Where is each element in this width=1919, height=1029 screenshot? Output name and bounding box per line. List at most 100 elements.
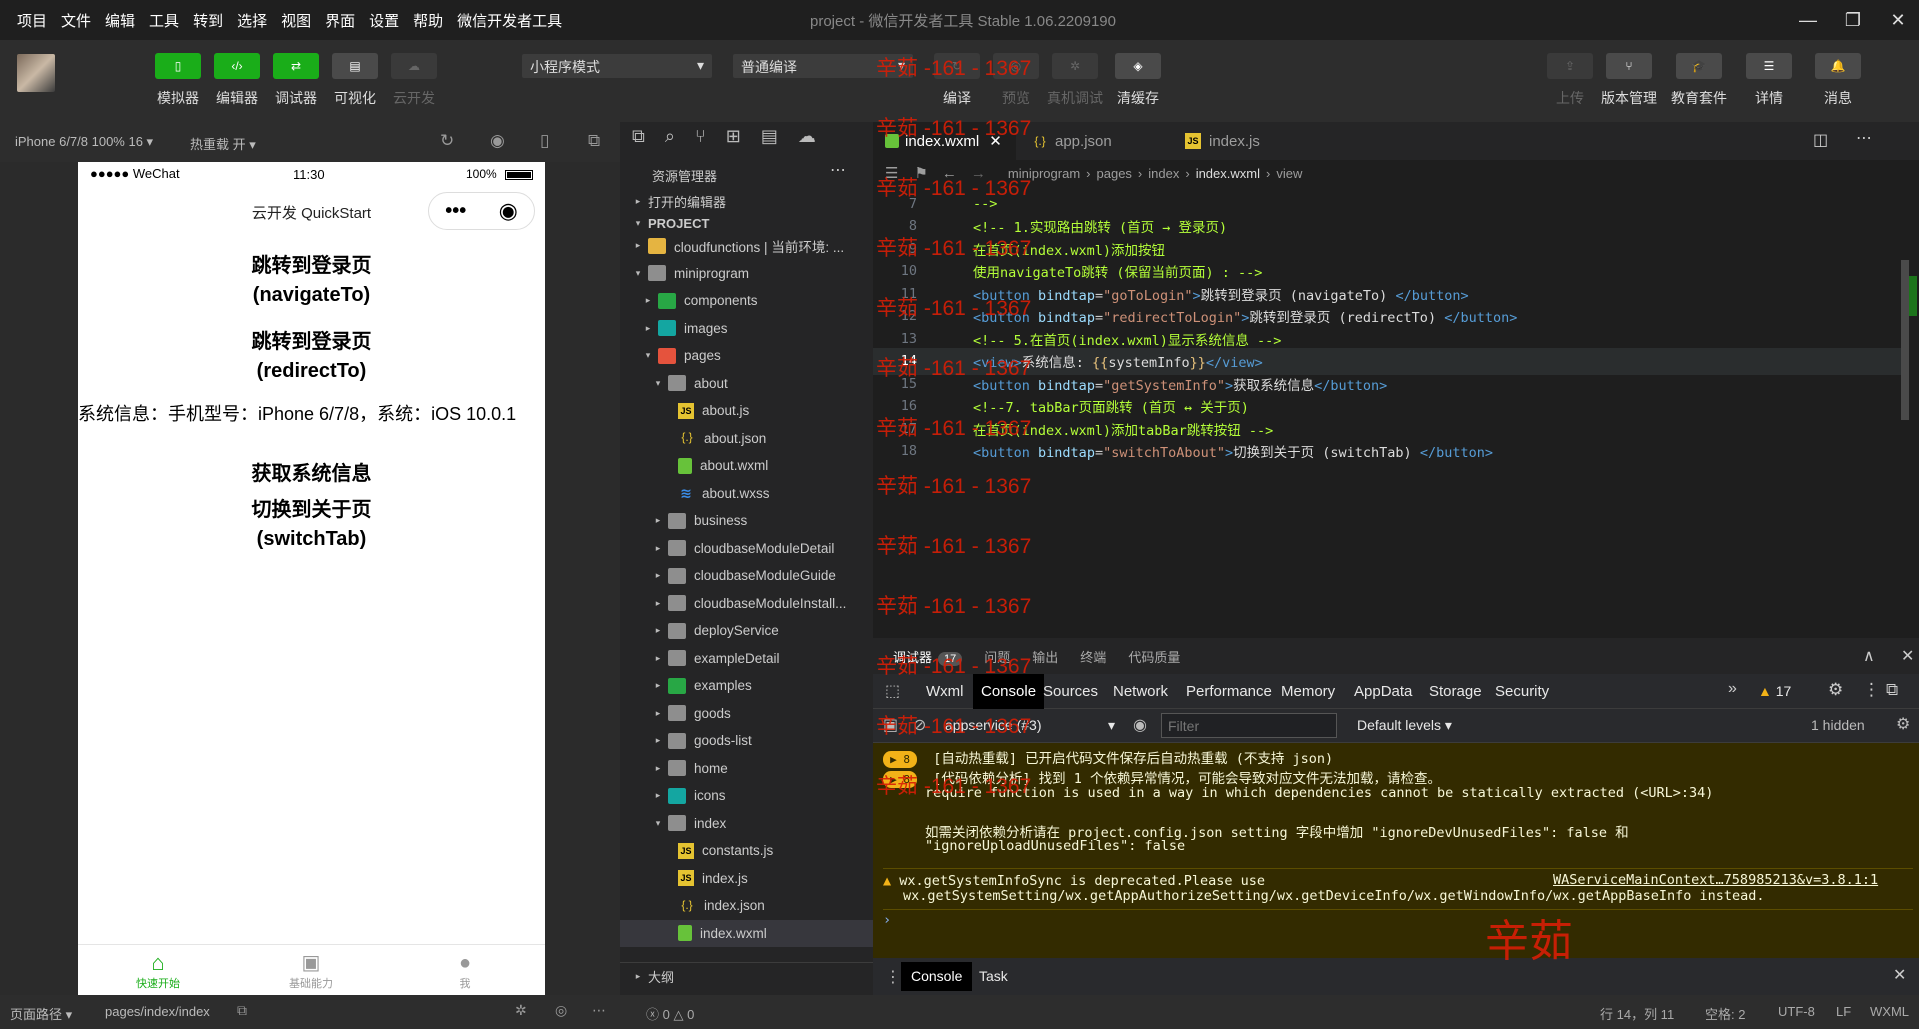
tree-item[interactable]: index.wxml <box>620 919 873 947</box>
menu-item[interactable]: 设置 <box>362 10 406 31</box>
tree-item[interactable]: JS about.js <box>620 397 873 424</box>
tree-item[interactable]: ▸ cloudbaseModuleDetail <box>620 535 873 562</box>
tree-item[interactable]: ▸ components <box>620 287 873 314</box>
drawer-tab-console[interactable]: Console <box>901 962 973 991</box>
kebab-icon[interactable]: ⋮ <box>1863 680 1880 700</box>
tab-index-js[interactable]: JS index.js <box>1173 122 1323 160</box>
phone-button[interactable]: ▯ <box>155 53 201 79</box>
warning-counter[interactable]: ▲ 17 <box>1758 683 1791 699</box>
files-icon[interactable]: ⧉ <box>632 126 645 147</box>
menu-item[interactable]: 工具 <box>142 10 186 31</box>
tree-item[interactable]: ▸ icons <box>620 782 873 809</box>
editor-more-icon[interactable]: ⋯ <box>1856 128 1872 148</box>
version-button[interactable]: ⑂ <box>1606 53 1652 79</box>
more-icon[interactable]: ••• <box>445 200 466 223</box>
cloud-button[interactable]: ☁ <box>391 53 437 79</box>
outline-section[interactable]: ▸ 大纲 <box>620 962 873 989</box>
tab-basic[interactable]: ▣ 基础能力 <box>281 951 341 991</box>
tree-item[interactable]: JS constants.js <box>620 837 873 864</box>
device-icon[interactable]: ▯ <box>540 131 549 151</box>
search-icon[interactable]: ⌕ <box>665 126 675 147</box>
console-settings-icon[interactable]: ⚙ <box>1896 714 1910 734</box>
menu-item[interactable]: 视图 <box>274 10 318 31</box>
copy-icon[interactable]: ⧉ <box>237 1002 247 1019</box>
devtools-tab[interactable]: Security <box>1487 674 1557 709</box>
more-icon[interactable]: ⋯ <box>592 1002 606 1019</box>
close-icon[interactable]: ✕ <box>1880 6 1916 34</box>
menu-item[interactable]: 项目 <box>10 10 54 31</box>
switch-tab-button[interactable]: 切换到关于页 (switchTab) <box>78 496 545 554</box>
indentation[interactable]: 空格: 2 <box>1705 1004 1745 1023</box>
navigate-to-button[interactable]: 跳转到登录页 (navigateTo) <box>78 252 545 310</box>
cursor-position[interactable]: 行 14，列 11 <box>1600 1004 1674 1023</box>
collapse-icon[interactable]: ∧ <box>1863 646 1875 666</box>
tree-item[interactable]: ≋ about.wxss <box>620 480 873 507</box>
menu-item[interactable]: 微信开发者工具 <box>450 10 569 31</box>
devtools-tab[interactable]: Performance <box>1178 674 1280 709</box>
menu-item[interactable]: 文件 <box>54 10 98 31</box>
devtools-tab[interactable]: AppData <box>1346 674 1420 709</box>
bell-button[interactable]: 🔔 <box>1815 53 1861 79</box>
maximize-icon[interactable]: ❐ <box>1835 6 1871 34</box>
breadcrumb-item[interactable]: index.wxml <box>1196 166 1260 181</box>
tree-item[interactable]: ▸ cloudbaseModuleGuide <box>620 562 873 589</box>
menu-item[interactable]: 选择 <box>230 10 274 31</box>
tree-item[interactable]: ▸ examples <box>620 672 873 699</box>
stop-icon[interactable]: ◉ <box>490 131 505 151</box>
redirect-to-button[interactable]: 跳转到登录页 (redirectTo) <box>78 328 545 386</box>
tree-item[interactable]: ▸ business <box>620 507 873 534</box>
log-source-link[interactable]: WAServiceMainContext…758985213&v=3.8.1:1 <box>1553 872 1878 888</box>
devtools-tab[interactable]: Network <box>1105 674 1176 709</box>
tree-item[interactable]: about.wxml <box>620 452 873 479</box>
inspect-icon[interactable]: ⬚ <box>885 681 900 701</box>
tree-item[interactable]: ▸ home <box>620 755 873 782</box>
menu-item[interactable]: 编辑 <box>98 10 142 31</box>
menu-item[interactable]: 帮助 <box>406 10 450 31</box>
eol[interactable]: LF <box>1836 1004 1851 1019</box>
edu-button[interactable]: 🎓 <box>1676 53 1722 79</box>
avatar[interactable] <box>17 54 55 92</box>
tree-item[interactable]: ▸ cloudbaseModuleInstall... <box>620 590 873 617</box>
more-tabs-icon[interactable]: » <box>1728 680 1737 698</box>
device-select[interactable]: iPhone 6/7/8 100% 16 ▾ <box>15 134 153 150</box>
page-path-select[interactable]: 页面路径 ▾ <box>10 1004 72 1023</box>
eye-icon[interactable]: ◎ <box>555 1002 567 1019</box>
explorer-more-icon[interactable]: ⋯ <box>830 160 846 180</box>
tab-app-json[interactable]: {.} app.json <box>1019 122 1169 160</box>
debug-button[interactable]: ⇄ <box>273 53 319 79</box>
menu-item[interactable]: 界面 <box>318 10 362 31</box>
tree-item[interactable]: ▾ about <box>620 370 873 397</box>
tree-item[interactable]: ▸ images <box>620 315 873 342</box>
console-prompt[interactable]: › <box>883 909 1913 928</box>
tree-item[interactable]: ▾ miniprogram <box>620 260 873 287</box>
devtools-tab[interactable]: Storage <box>1421 674 1490 709</box>
remote-debug-button[interactable]: ✲ <box>1052 53 1098 79</box>
settings-icon[interactable]: ⚙ <box>1828 680 1843 700</box>
panel-icon[interactable]: ▤ <box>761 126 778 147</box>
debug-tab[interactable]: 代码质量 <box>1128 647 1180 666</box>
encoding[interactable]: UTF-8 <box>1778 1004 1815 1019</box>
tree-item[interactable]: ▸ goods-list <box>620 727 873 754</box>
tab-quickstart[interactable]: ⌂ 快速开始 <box>128 951 188 991</box>
tree-item[interactable]: ▸ deployService <box>620 617 873 644</box>
breadcrumb-item[interactable]: pages <box>1097 166 1132 181</box>
tree-item[interactable]: ▸ goods <box>620 700 873 727</box>
drawer-menu-icon[interactable]: ⋮ <box>885 967 901 987</box>
upload-button[interactable]: ⇪ <box>1547 53 1593 79</box>
tree-item[interactable]: JS index.js <box>620 865 873 892</box>
minimize-icon[interactable]: — <box>1790 6 1826 34</box>
bug-icon[interactable]: ✲ <box>515 1002 527 1019</box>
code-button[interactable]: ‹/› <box>214 53 260 79</box>
extensions-icon[interactable]: ⊞ <box>726 126 741 147</box>
tree-item[interactable]: {.} index.json <box>620 892 873 919</box>
tree-item[interactable]: ▸ exampleDetail <box>620 645 873 672</box>
tree-item[interactable]: ▾ index <box>620 810 873 837</box>
close-capsule-icon[interactable]: ◉ <box>499 198 518 224</box>
menu-item[interactable]: 转到 <box>186 10 230 31</box>
drawer-close-icon[interactable]: ✕ <box>1893 965 1906 985</box>
details-button[interactable]: ☰ <box>1746 53 1792 79</box>
debug-tab[interactable]: 终端 <box>1080 647 1106 666</box>
tree-item[interactable]: ▸ cloudfunctions | 当前环境: ... <box>620 232 873 259</box>
branch-icon[interactable]: ⑂ <box>695 126 706 147</box>
cloud-icon[interactable]: ☁ <box>798 126 816 147</box>
